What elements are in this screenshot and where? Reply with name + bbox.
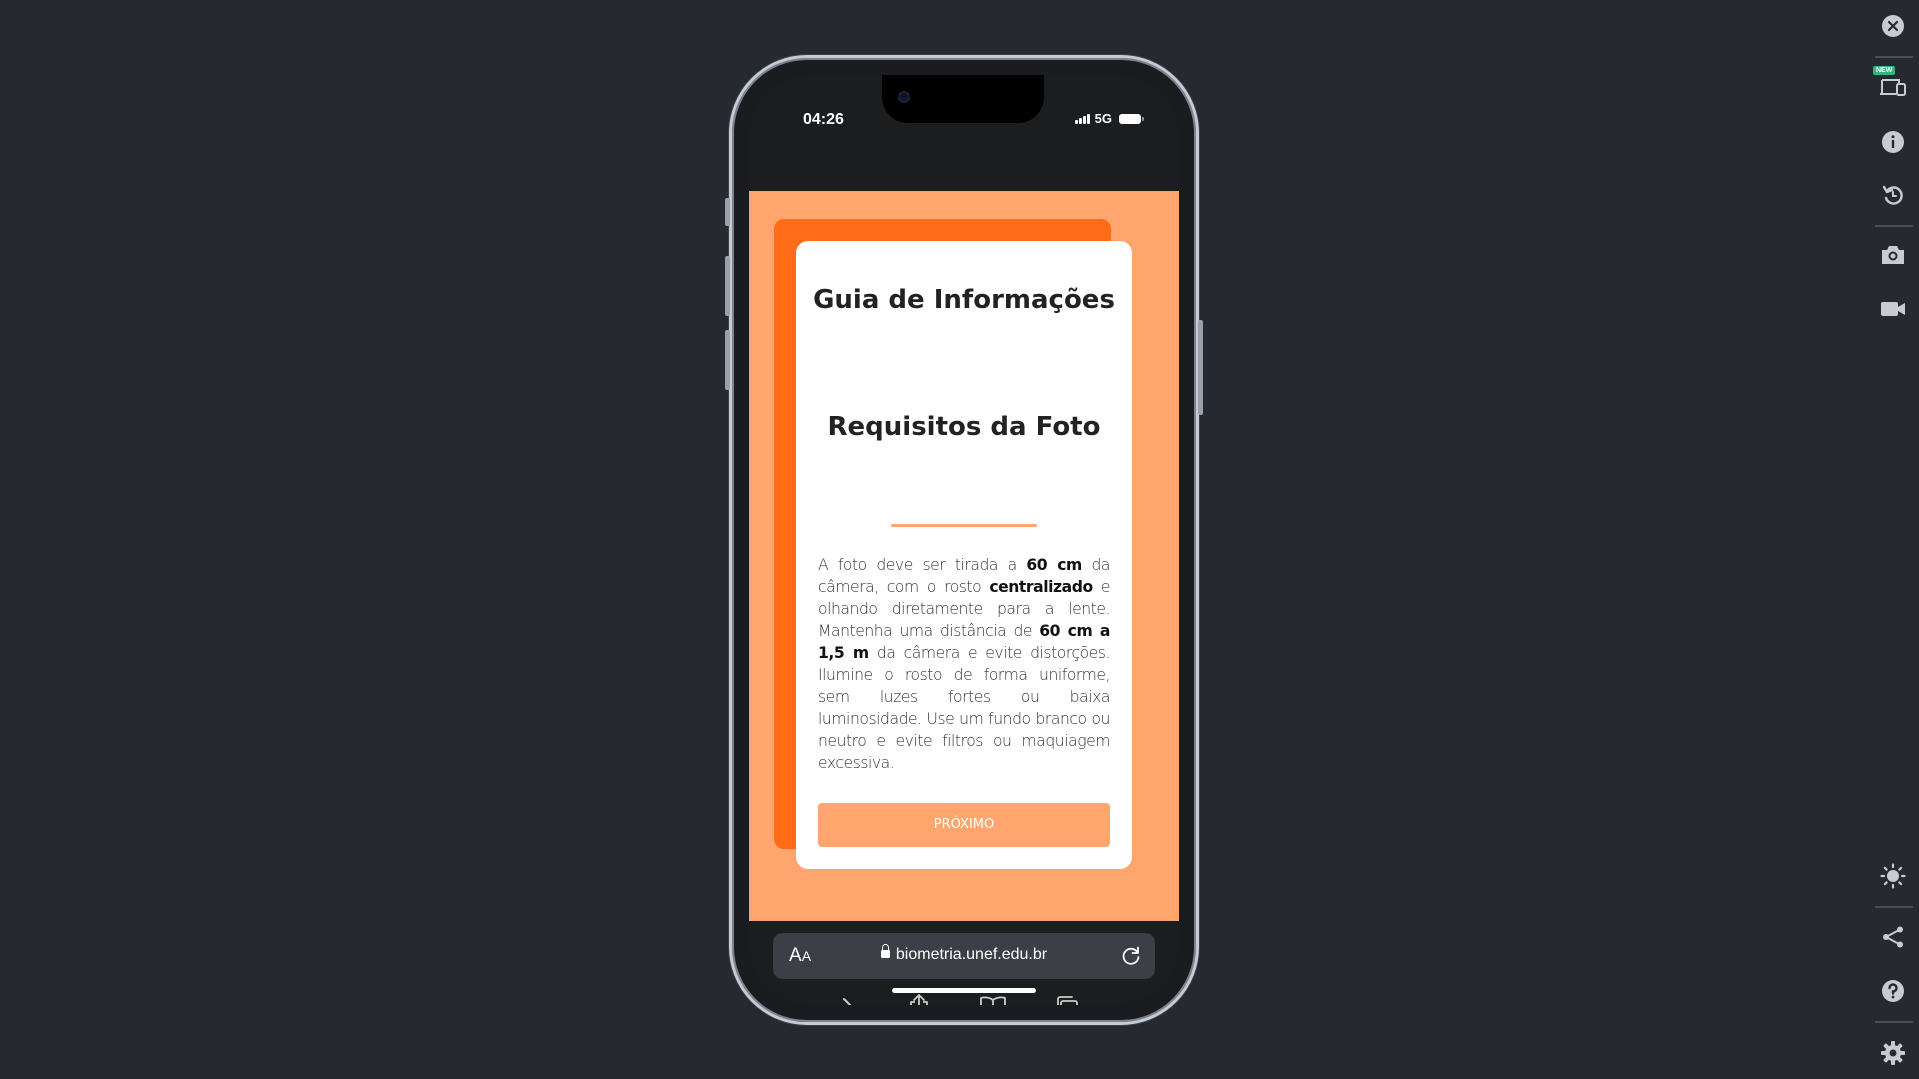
back-icon[interactable] [759, 987, 799, 1005]
camera-icon[interactable] [1879, 241, 1907, 269]
web-viewport: Guia de Informações Requisitos da Foto A… [749, 191, 1179, 921]
network-label: 5G [1094, 111, 1112, 126]
lock-icon [880, 944, 890, 958]
forward-icon[interactable] [827, 987, 867, 1005]
emphasis-text: 60 cm [1026, 556, 1082, 574]
status-time: 04:26 [803, 111, 844, 128]
volume-down-button [725, 330, 730, 390]
home-indicator [892, 988, 1036, 993]
front-camera-icon [898, 91, 910, 103]
rotate-icon[interactable] [1879, 181, 1907, 209]
help-icon[interactable] [1879, 977, 1907, 1005]
phone-screen: 04:26 5G Guia de Informações Requisitos … [749, 75, 1179, 1005]
url-text: biometria.unef.edu.br [895, 946, 1048, 963]
settings-icon[interactable] [1879, 1039, 1907, 1067]
brightness-icon[interactable] [1879, 862, 1907, 890]
video-icon[interactable] [1879, 295, 1907, 323]
section-title: Requisitos da Foto [827, 412, 1101, 442]
page-title: Guia de Informações [813, 285, 1115, 315]
rail-separator [1875, 1021, 1913, 1023]
url-display[interactable]: biometria.unef.edu.br [773, 944, 1155, 964]
instructions-text: A foto deve ser tirada a 60 cm da câmera… [818, 554, 1110, 774]
phone-frame: 04:26 5G Guia de Informações Requisitos … [725, 55, 1203, 1025]
dynamic-island [882, 75, 1044, 123]
body-text-run: A foto deve ser tirada a [818, 556, 1027, 574]
next-button[interactable]: PRÓXIMO [818, 803, 1110, 847]
status-bar: 04:26 5G [749, 75, 1179, 191]
status-indicators: 5G [1075, 111, 1144, 126]
responsive-devices-icon[interactable]: NEW [1873, 66, 1907, 100]
action-button [725, 198, 730, 226]
body-text-run: da câmera e evite distorções. Ilumine o … [818, 644, 1110, 772]
reload-icon[interactable] [1119, 944, 1143, 968]
signal-icon [1075, 113, 1090, 124]
rail-separator [1875, 906, 1913, 908]
battery-icon [1119, 113, 1144, 124]
tabs-icon[interactable] [1047, 987, 1087, 1005]
close-icon[interactable] [1879, 12, 1907, 40]
right-toolbar: NEW [1867, 0, 1919, 1079]
title-divider [891, 524, 1037, 527]
address-bar[interactable]: AA biometria.unef.edu.br [773, 933, 1155, 979]
power-button [1198, 320, 1203, 415]
info-card: Guia de Informações Requisitos da Foto A… [796, 241, 1132, 869]
new-badge: NEW [1873, 66, 1896, 75]
share-icon[interactable] [1879, 923, 1907, 951]
rail-separator [1875, 225, 1913, 227]
emphasis-text: centralizado [989, 578, 1093, 596]
info-icon[interactable] [1879, 128, 1907, 156]
rail-separator [1875, 56, 1913, 58]
volume-up-button [725, 256, 730, 316]
